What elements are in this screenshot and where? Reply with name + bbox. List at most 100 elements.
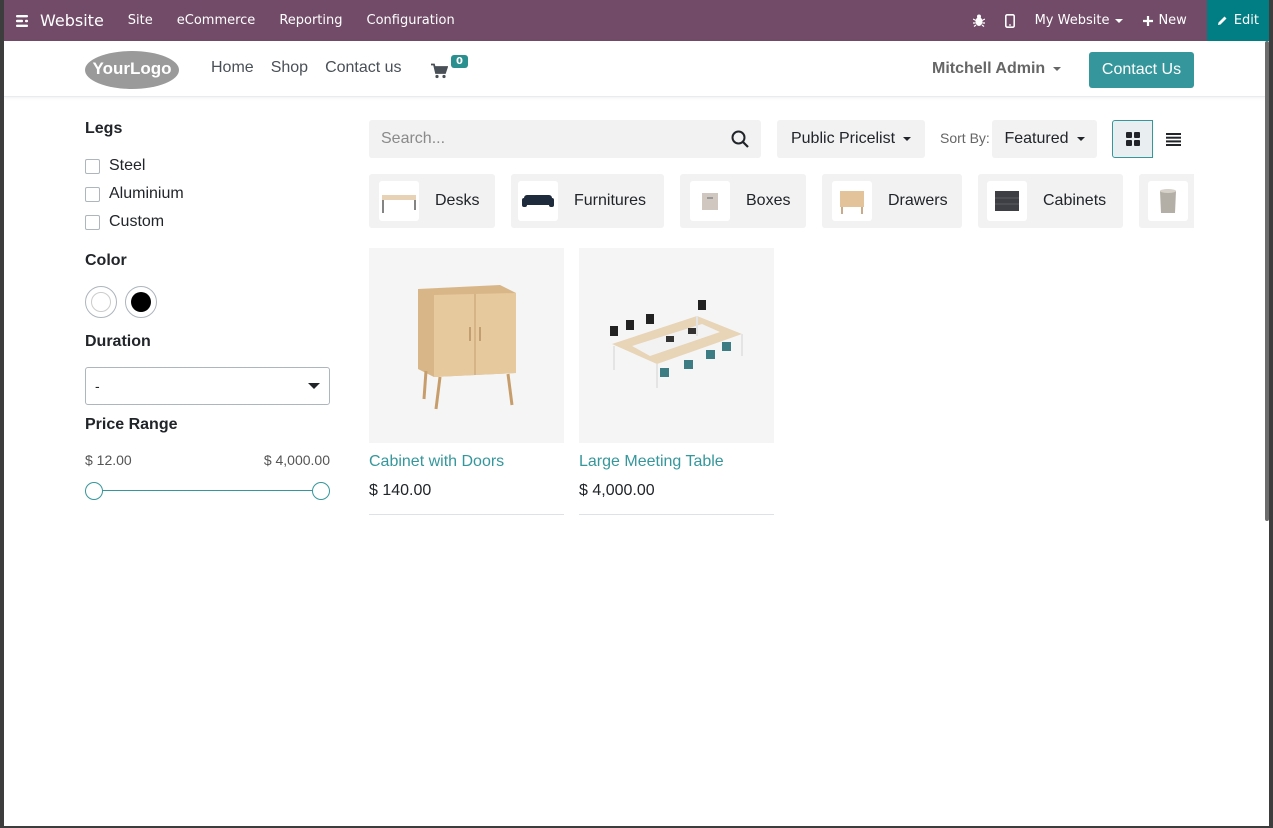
price-range-slider[interactable]: [85, 482, 330, 500]
website-selector-label: My Website: [1034, 13, 1110, 28]
cabinet-thumbnail: [987, 181, 1027, 221]
product-card[interactable]: Cabinet with Doors $ 140.00: [369, 248, 564, 515]
page-scrollbar[interactable]: [1265, 41, 1269, 521]
price-max: $ 4,000.00: [263, 452, 330, 468]
category-furnitures[interactable]: Furnitures: [511, 174, 664, 228]
sort-dropdown[interactable]: Featured: [992, 120, 1097, 158]
plus-icon: [1143, 15, 1154, 26]
option-label: Steel: [109, 157, 146, 174]
product-image[interactable]: [369, 248, 564, 443]
new-button-label: New: [1158, 13, 1187, 28]
category-carousel: Desks Furnitures Boxes Drawers Cabinets: [369, 174, 1194, 228]
color-swatch-black[interactable]: [125, 286, 158, 318]
chevron-down-icon: [1053, 66, 1062, 71]
new-button[interactable]: New: [1143, 13, 1187, 28]
category-label: Drawers: [888, 192, 948, 209]
app-name: Website: [40, 11, 104, 30]
user-name: Mitchell Admin: [932, 60, 1046, 77]
user-menu[interactable]: Mitchell Admin: [932, 60, 1062, 78]
site-logo[interactable]: YourLogo: [84, 49, 180, 89]
shopping-cart-icon: [431, 63, 449, 79]
contact-us-button[interactable]: Contact Us: [1089, 52, 1194, 88]
debug-bug-icon[interactable]: [972, 14, 985, 27]
option-label: Custom: [109, 213, 165, 230]
duration-select[interactable]: -: [85, 367, 330, 405]
product-card[interactable]: Large Meeting Table $ 4,000.00: [579, 248, 774, 515]
price-range-values: $ 12.00 $ 4,000.00: [85, 452, 330, 468]
svg-text:YourLogo: YourLogo: [93, 59, 172, 78]
menu-ecommerce[interactable]: eCommerce: [177, 13, 256, 28]
nav-contact-us[interactable]: Contact us: [325, 59, 401, 77]
list-view-button[interactable]: [1153, 120, 1194, 158]
caret-down-icon: [308, 383, 320, 389]
category-label: Furnitures: [574, 192, 647, 209]
drawer-thumbnail: [832, 181, 872, 221]
legs-option-steel[interactable]: Steel: [85, 152, 330, 180]
admin-menu: Site eCommerce Reporting Configuration: [128, 13, 479, 28]
edit-button[interactable]: Edit: [1206, 0, 1269, 41]
price-min: $ 12.00: [85, 452, 132, 468]
product-price: $ 140.00: [369, 482, 432, 499]
apps-menu-icon[interactable]: [16, 14, 30, 28]
product-image[interactable]: [579, 248, 774, 443]
category-cabinets[interactable]: Cabinets: [978, 174, 1123, 228]
chevron-down-icon: [1076, 137, 1085, 141]
site-header: YourLogo Home Shop Contact us 0 Mitchell…: [4, 41, 1269, 97]
category-label: Desks: [435, 192, 480, 209]
cart-count-badge: 0: [451, 55, 468, 68]
slider-handle-min[interactable]: [85, 482, 103, 500]
pricelist-dropdown[interactable]: Public Pricelist: [777, 120, 925, 158]
chevron-down-icon: [903, 137, 912, 141]
category-label: Boxes: [746, 192, 791, 209]
menu-site[interactable]: Site: [128, 13, 153, 28]
color-swatches: [85, 286, 330, 320]
product-name[interactable]: Cabinet with Doors: [369, 453, 564, 471]
desk-thumbnail: [379, 181, 419, 221]
browser-viewport: Website Site eCommerce Reporting Configu…: [4, 0, 1269, 826]
menu-configuration[interactable]: Configuration: [367, 13, 455, 28]
price-range-title: Price Range: [85, 416, 178, 433]
menu-reporting[interactable]: Reporting: [279, 13, 342, 28]
duration-filter-title: Duration: [85, 333, 151, 350]
admin-actions: My Website New Edit: [972, 0, 1269, 41]
category-drawers[interactable]: Drawers: [822, 174, 962, 228]
pricelist-label: Public Pricelist: [790, 130, 896, 147]
edit-button-label: Edit: [1233, 13, 1259, 28]
grid-icon: [1125, 132, 1140, 146]
mobile-preview-icon[interactable]: [1004, 13, 1015, 28]
legs-option-aluminium[interactable]: Aluminium: [85, 180, 330, 208]
sofa-thumbnail: [518, 181, 558, 221]
slider-track: [94, 490, 321, 491]
category-desks[interactable]: Desks: [369, 174, 495, 228]
grid-view-button[interactable]: [1112, 120, 1153, 158]
category-label: Cabinets: [1043, 192, 1107, 209]
website-selector[interactable]: My Website: [1035, 13, 1124, 28]
search-icon[interactable]: [731, 130, 749, 148]
color-swatch-white[interactable]: [85, 286, 117, 318]
color-filter-title: Color: [85, 252, 127, 269]
product-search-input[interactable]: Search...: [369, 120, 761, 158]
checkbox[interactable]: [85, 158, 100, 174]
app-brand[interactable]: Website: [16, 11, 104, 30]
category-boxes[interactable]: Boxes: [680, 174, 806, 228]
category-bins[interactable]: [1139, 174, 1194, 228]
legs-option-custom[interactable]: Custom: [85, 208, 330, 236]
checkbox[interactable]: [85, 186, 100, 202]
option-label: Aluminium: [109, 185, 184, 202]
box-thumbnail: [690, 181, 730, 221]
product-price: $ 4,000.00: [579, 482, 655, 499]
pencil-icon: [1217, 16, 1227, 25]
product-name[interactable]: Large Meeting Table: [579, 453, 774, 471]
search-placeholder: Search...: [381, 130, 446, 147]
nav-shop[interactable]: Shop: [271, 59, 308, 77]
sort-value: Featured: [1004, 130, 1069, 147]
legs-filter-title: Legs: [85, 120, 123, 137]
cart-link[interactable]: 0: [431, 55, 468, 83]
nav-home[interactable]: Home: [211, 59, 254, 77]
checkbox[interactable]: [85, 214, 100, 230]
main-nav: Home Shop Contact us: [211, 59, 419, 77]
filters-sidebar: Legs Steel Aluminium Custom Color Durati…: [85, 120, 330, 500]
bin-thumbnail: [1148, 181, 1188, 221]
list-icon: [1166, 132, 1181, 146]
slider-handle-max[interactable]: [312, 482, 330, 500]
